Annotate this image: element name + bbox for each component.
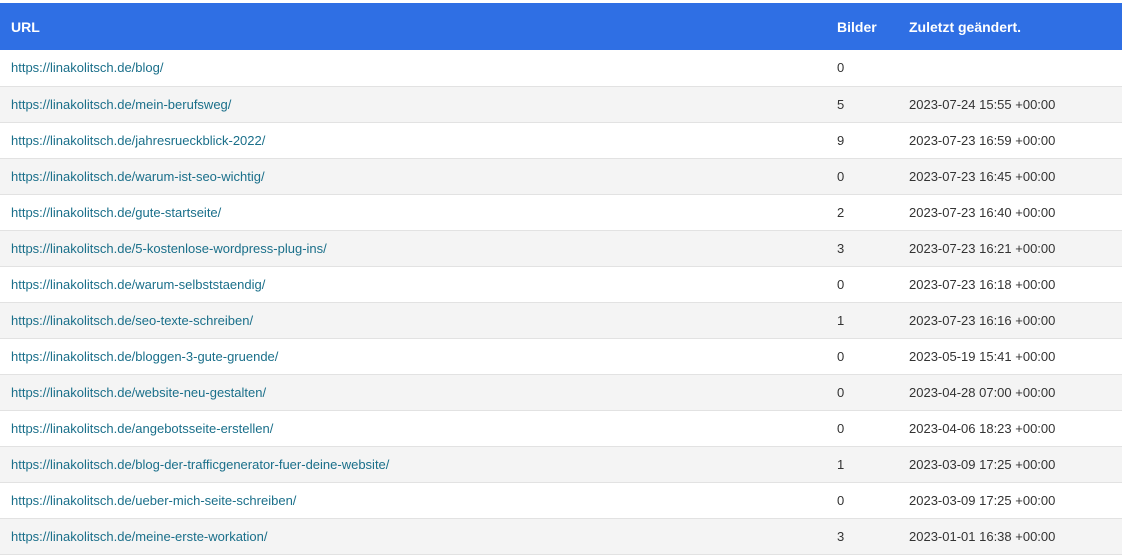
table-row: https://linakolitsch.de/ueber-mich-seite… [0, 482, 1122, 518]
cell-last-modified: 2023-03-09 17:25 +00:00 [909, 492, 1056, 508]
table-row: https://linakolitsch.de/jahresrueckblick… [0, 122, 1122, 158]
url-link[interactable]: https://linakolitsch.de/gute-startseite/ [11, 205, 221, 220]
table-row: https://linakolitsch.de/website-neu-gest… [0, 374, 1122, 410]
sitemap-table: URL Bilder Zuletzt geändert. https://lin… [0, 3, 1122, 555]
table-row: https://linakolitsch.de/gute-startseite/… [0, 194, 1122, 230]
cell-last-modified: 2023-07-23 16:59 +00:00 [909, 132, 1056, 148]
cell-images-count: 0 [837, 492, 845, 508]
url-link[interactable]: https://linakolitsch.de/meine-erste-work… [11, 529, 268, 544]
cell-last-modified: 2023-01-01 16:38 +00:00 [909, 528, 1056, 544]
url-link[interactable]: https://linakolitsch.de/ueber-mich-seite… [11, 493, 296, 508]
table-row: https://linakolitsch.de/seo-texte-schrei… [0, 302, 1122, 338]
cell-url: https://linakolitsch.de/meine-erste-work… [0, 518, 837, 554]
cell-url: https://linakolitsch.de/5-kostenlose-wor… [0, 230, 837, 266]
cell-last-modified: 2023-07-23 16:16 +00:00 [909, 312, 1056, 328]
table-row: https://linakolitsch.de/5-kostenlose-wor… [0, 230, 1122, 266]
cell-images-count: 5 [837, 96, 845, 112]
column-header-url: URL [11, 18, 40, 35]
url-link[interactable]: https://linakolitsch.de/blog/ [11, 60, 163, 75]
cell-last-modified: 2023-03-09 17:25 +00:00 [909, 456, 1056, 472]
cell-url: https://linakolitsch.de/warum-ist-seo-wi… [0, 158, 837, 194]
cell-url: https://linakolitsch.de/blog/ [0, 50, 837, 86]
cell-images-count: 3 [837, 240, 845, 256]
url-link[interactable]: https://linakolitsch.de/blog-der-traffic… [11, 457, 389, 472]
url-link[interactable]: https://linakolitsch.de/warum-selbststae… [11, 277, 265, 292]
table-header-row: URL Bilder Zuletzt geändert. [0, 3, 1122, 50]
cell-url: https://linakolitsch.de/blog-der-traffic… [0, 446, 837, 482]
cell-images-count: 1 [837, 312, 845, 328]
cell-url: https://linakolitsch.de/warum-selbststae… [0, 266, 837, 302]
table-row: https://linakolitsch.de/warum-selbststae… [0, 266, 1122, 302]
table-header: URL Bilder Zuletzt geändert. [0, 3, 1122, 50]
cell-last-modified [902, 50, 1122, 86]
cell-last-modified: 2023-07-23 16:18 +00:00 [909, 276, 1056, 292]
cell-images-count: 9 [837, 132, 845, 148]
cell-last-modified: 2023-04-06 18:23 +00:00 [909, 420, 1056, 436]
cell-url: https://linakolitsch.de/gute-startseite/ [0, 194, 837, 230]
url-link[interactable]: https://linakolitsch.de/seo-texte-schrei… [11, 313, 253, 328]
url-link[interactable]: https://linakolitsch.de/5-kostenlose-wor… [11, 241, 327, 256]
cell-images-count: 0 [837, 420, 845, 436]
cell-url: https://linakolitsch.de/ueber-mich-seite… [0, 482, 837, 518]
cell-images-count: 3 [837, 528, 845, 544]
column-header-images: Bilder [837, 18, 877, 35]
cell-url: https://linakolitsch.de/mein-berufsweg/ [0, 86, 837, 122]
url-link[interactable]: https://linakolitsch.de/angebotsseite-er… [11, 421, 273, 436]
cell-images-count: 0 [837, 60, 845, 76]
cell-url: https://linakolitsch.de/seo-texte-schrei… [0, 302, 837, 338]
table-row: https://linakolitsch.de/meine-erste-work… [0, 518, 1122, 554]
cell-last-modified: 2023-04-28 07:00 +00:00 [909, 384, 1056, 400]
cell-last-modified: 2023-07-23 16:21 +00:00 [909, 240, 1056, 256]
url-link[interactable]: https://linakolitsch.de/website-neu-gest… [11, 385, 266, 400]
cell-images-count: 2 [837, 204, 845, 220]
cell-images-count: 1 [837, 456, 845, 472]
url-link[interactable]: https://linakolitsch.de/jahresrueckblick… [11, 133, 265, 148]
table-row: https://linakolitsch.de/bloggen-3-gute-g… [0, 338, 1122, 374]
cell-images-count: 0 [837, 276, 845, 292]
cell-images-count: 0 [837, 348, 845, 364]
table-row: https://linakolitsch.de/blog/0 [0, 50, 1122, 86]
cell-url: https://linakolitsch.de/angebotsseite-er… [0, 410, 837, 446]
cell-last-modified: 2023-07-24 15:55 +00:00 [909, 96, 1056, 112]
cell-images-count: 0 [837, 168, 845, 184]
url-link[interactable]: https://linakolitsch.de/bloggen-3-gute-g… [11, 349, 278, 364]
cell-url: https://linakolitsch.de/bloggen-3-gute-g… [0, 338, 837, 374]
column-header-modified: Zuletzt geändert. [909, 18, 1022, 35]
table-row: https://linakolitsch.de/angebotsseite-er… [0, 410, 1122, 446]
table-body: https://linakolitsch.de/blog/0 https://li… [0, 50, 1122, 554]
cell-url: https://linakolitsch.de/jahresrueckblick… [0, 122, 837, 158]
url-link[interactable]: https://linakolitsch.de/mein-berufsweg/ [11, 97, 231, 112]
cell-images-count: 0 [837, 384, 845, 400]
cell-url: https://linakolitsch.de/website-neu-gest… [0, 374, 837, 410]
cell-last-modified: 2023-05-19 15:41 +00:00 [909, 348, 1056, 364]
url-link[interactable]: https://linakolitsch.de/warum-ist-seo-wi… [11, 169, 265, 184]
cell-last-modified: 2023-07-23 16:45 +00:00 [909, 168, 1056, 184]
cell-last-modified: 2023-07-23 16:40 +00:00 [909, 204, 1056, 220]
table-row: https://linakolitsch.de/mein-berufsweg/5… [0, 86, 1122, 122]
table-row: https://linakolitsch.de/blog-der-traffic… [0, 446, 1122, 482]
table-row: https://linakolitsch.de/warum-ist-seo-wi… [0, 158, 1122, 194]
